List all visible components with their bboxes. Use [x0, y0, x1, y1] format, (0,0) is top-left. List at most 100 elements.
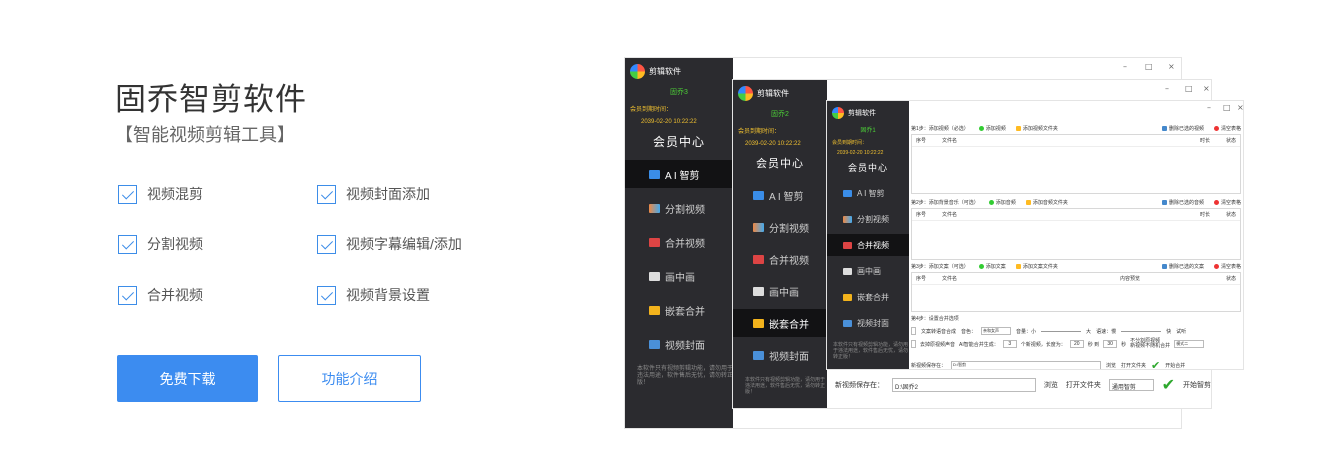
tts-checkbox — [911, 327, 916, 335]
nav-pip: 画中画 — [625, 262, 733, 290]
nav-pip: 画中画 — [733, 277, 827, 305]
merge-icon — [649, 237, 660, 247]
merge-panel: 第1步：添加视频（必选） 添加视频 添加视频文件夹 删除已选的视频 清空表格 序… — [909, 117, 1243, 369]
close-icon: × — [1203, 84, 1210, 93]
clear-table-button: 清空表格 — [1213, 125, 1241, 132]
mode-dropdown: 模式二 — [1174, 340, 1205, 348]
nav-cover: 视频封面 — [733, 341, 827, 369]
pip-icon — [843, 267, 852, 275]
open-folder-button: 打开文件夹 — [1065, 382, 1101, 389]
plus-icon — [978, 264, 984, 270]
nav-merge: 合并视频 — [827, 234, 909, 256]
feature-label: 视频封面添加 — [346, 186, 430, 202]
username: 固乔1 — [860, 128, 876, 134]
pip-icon — [753, 286, 764, 296]
app-brand: 剪辑软件 — [733, 80, 827, 101]
delete-icon — [1161, 126, 1167, 132]
checkbox-icon — [317, 184, 336, 204]
nest-icon — [753, 318, 764, 328]
nav-split: 分割视频 — [827, 208, 909, 230]
mode-select: 通用智剪 — [1108, 379, 1154, 391]
app-screenshot: – □ × 剪辑软件 固乔3 会员到期时间： 2039-02-20 10:22:… — [624, 57, 1244, 430]
checkmark-icon: ✔ — [1161, 377, 1175, 394]
download-button[interactable]: 免费下载 — [117, 355, 258, 402]
nav-nest: 嵌套合并 — [625, 296, 733, 324]
listen-button: 试听 — [1176, 328, 1187, 335]
vip-date: 2039-02-20 10:22:22 — [837, 150, 884, 156]
ai-row: 去掉原视频声音 AI智能合并生成： 3 个新视频，长度为： 20 秒 到 30 … — [911, 339, 1241, 349]
nest-icon — [649, 305, 660, 315]
music-table: 序号 文件名 时长 状态 — [911, 208, 1241, 260]
feature-label: 分割视频 — [147, 236, 203, 252]
app-logo-icon — [738, 86, 753, 101]
video-table: 序号 文件名 时长 状态 — [911, 134, 1241, 194]
sidebar: 剪辑软件 固乔1 会员到期时间： 2039-02-20 10:22:22 会员中… — [827, 101, 909, 369]
pip-icon — [649, 271, 660, 281]
feature-item: 合并视频 — [118, 285, 203, 305]
voice-select: 亲和女声 — [981, 327, 1012, 335]
feature-item: 视频封面添加 — [317, 184, 430, 204]
nav-ai-edit: A I 智剪 — [625, 160, 733, 188]
app-logo-icon — [832, 107, 844, 119]
step3-label: 第3步：添加文案（可选） — [911, 264, 969, 270]
feature-item: 视频字幕编辑/添加 — [317, 234, 462, 254]
product-header: 固乔智剪软件 【智能视频剪辑工具】 — [115, 80, 575, 148]
volume-slider — [1041, 330, 1082, 332]
cover-icon — [649, 339, 660, 349]
nav-cover: 视频封面 — [827, 312, 909, 334]
app-name: 剪辑软件 — [649, 67, 681, 76]
delete-text-button: 删除已选的文案 — [1161, 263, 1204, 270]
sidebar-note: 本软件只有视频剪辑功能，请勿用于违法用途，软件售后无忧，请勿转正版！ — [745, 377, 826, 395]
feature-item: 视频背景设置 — [317, 285, 430, 305]
member-center: 会员中心 — [847, 164, 888, 174]
step2-label: 第2步：添加背景音乐（可选） — [911, 200, 979, 206]
step2-toolbar: 第2步：添加背景音乐（可选） 添加音频 添加音频文件夹 删除已选的音频 清空表格 — [911, 199, 1241, 206]
nav-nest: 嵌套合并 — [733, 309, 827, 337]
step1-label: 第1步：添加视频（必选） — [911, 126, 969, 132]
split-icon — [649, 203, 660, 213]
delete-icon — [1161, 200, 1167, 206]
feature-item: 分割视频 — [118, 234, 203, 254]
ai-icon — [753, 190, 764, 200]
nav-pip: 画中画 — [827, 260, 909, 282]
intro-button[interactable]: 功能介绍 — [278, 355, 421, 402]
page-subtitle: 【智能视频剪辑工具】 — [115, 125, 295, 145]
plus-icon — [988, 200, 994, 206]
feature-item: 视频混剪 — [118, 184, 203, 204]
save-path-input: D:\智剪 — [951, 361, 1102, 369]
page-title: 固乔智剪软件 — [115, 82, 307, 117]
split-icon — [753, 222, 764, 232]
sidebar: 剪辑软件 固乔3 会员到期时间： 2039-02-20 10:22:22 会员中… — [625, 58, 733, 428]
nav-split: 分割视频 — [625, 194, 733, 222]
tts-row: 文案转语音合成 音色： 亲和女声 音量：小 大 语速：慢 快 试听 — [911, 327, 1241, 335]
username: 固乔3 — [670, 89, 688, 96]
start-button: 开始智剪 — [1183, 382, 1211, 389]
vip-label: 会员到期时间： — [832, 140, 868, 146]
save-label: 新视频保存在： — [835, 382, 884, 389]
checkmark-icon: ✔ — [1151, 360, 1161, 370]
feature-label: 视频背景设置 — [346, 287, 430, 303]
feature-label: 视频混剪 — [147, 186, 203, 202]
member-center: 会员中心 — [652, 135, 705, 149]
folder-icon — [1015, 264, 1021, 270]
folder-icon — [1025, 200, 1031, 206]
add-folder-button: 添加视频文件夹 — [1015, 125, 1058, 132]
close-icon: × — [1237, 103, 1244, 112]
add-video-button: 添加视频 — [978, 125, 1006, 132]
vip-date: 2039-02-20 10:22:22 — [641, 119, 697, 125]
username: 固乔2 — [771, 111, 789, 118]
sidebar-note: 本软件只有视频剪辑功能，请勿用于违法用途，软件售后无忧，请勿转正版！ — [833, 342, 909, 360]
delete-music-button: 删除已选的音频 — [1161, 199, 1204, 206]
checkbox-icon — [118, 184, 137, 204]
feature-label: 视频字幕编辑/添加 — [346, 236, 462, 252]
save-bar: 新视频保存在： D:\固乔2 浏览 打开文件夹 通用智剪 ✔ 开始智剪 — [827, 376, 1211, 394]
vip-label: 会员到期时间： — [630, 107, 673, 113]
save-row: 新视频保存在： D:\智剪 浏览 打开文件夹 ✔ 开始合并 — [911, 360, 1186, 370]
browse-button: 浏览 — [1043, 382, 1058, 389]
nav-cover: 视频封面 — [625, 330, 733, 358]
cover-icon — [753, 350, 764, 360]
delete-video-button: 删除已选的视频 — [1161, 125, 1204, 132]
clear-icon — [1213, 126, 1219, 132]
nav-ai-edit: A I 智剪 — [733, 181, 827, 209]
sidebar-note: 本软件只有视频剪辑功能，请勿用于违法用途，软件售后无忧，请勿转正版！ — [637, 366, 734, 386]
